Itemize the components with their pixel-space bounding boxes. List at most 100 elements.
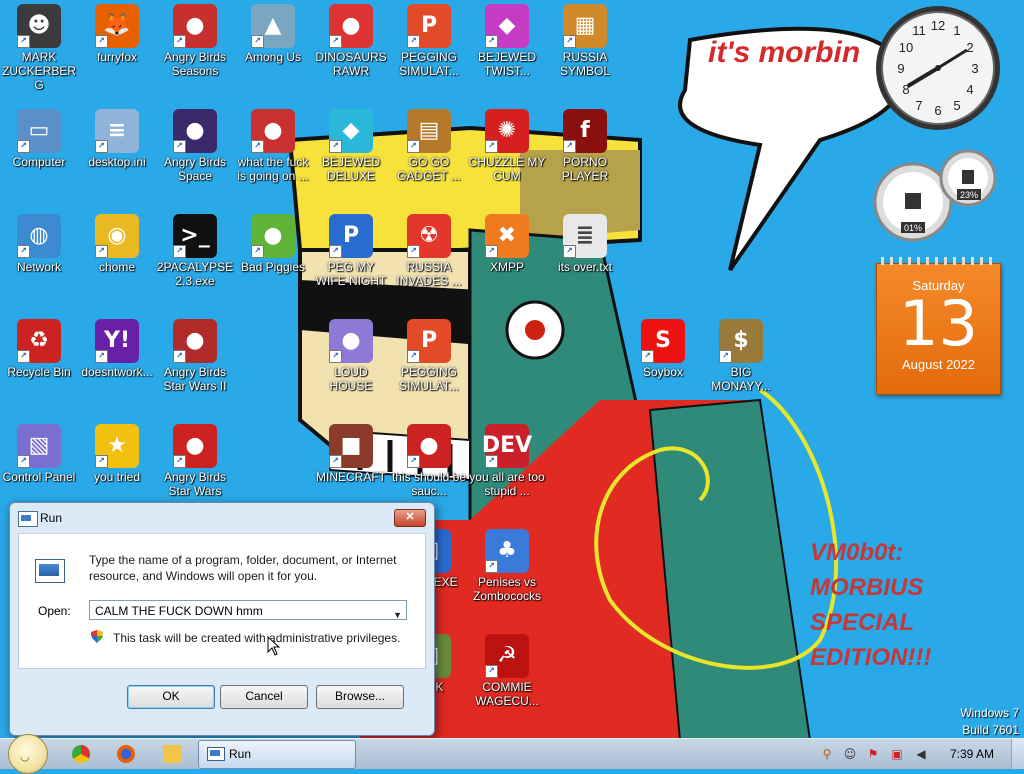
desktop-icon[interactable]: ◉ ↗ chome	[78, 210, 156, 274]
desktop-icon[interactable]: ● ↗ this should be sauc...	[390, 420, 468, 498]
desktop-icon[interactable]: ♻ ↗ Recycle Bin	[0, 315, 78, 379]
desktop-icon-label: doesntwork...	[81, 365, 153, 379]
volume-icon[interactable]: ◀	[914, 747, 928, 761]
shortcut-arrow-icon: ↗	[95, 140, 108, 153]
desktop-icon[interactable]: $ ↗ BIG MONAYY...	[702, 315, 780, 393]
shortcut-arrow-icon: ↗	[173, 455, 186, 468]
shortcut-arrow-icon: ↗	[329, 455, 342, 468]
peggle-icon: P ↗	[407, 4, 451, 48]
shortcut-arrow-icon: ↗	[485, 35, 498, 48]
desktop-icon[interactable]: ☻ ↗ MARK ZUCKERBERG	[0, 0, 78, 92]
search-icon[interactable]: ⚲	[820, 747, 834, 761]
cancel-button[interactable]: Cancel	[220, 685, 308, 709]
desktop-icon[interactable]: ▭ ↗ Computer	[0, 105, 78, 169]
desktop-icon[interactable]: f ↗ PORNO PLAYER	[546, 105, 624, 183]
blocks-icon: ▦ ↗	[563, 4, 607, 48]
desktop-icon[interactable]: ✺ ↗ CHUZZLE MY CUM	[468, 105, 546, 183]
taskbar-firefox-icon[interactable]	[107, 742, 145, 766]
desktop-icon[interactable]: ★ ↗ you tried	[78, 420, 156, 484]
clock-gadget[interactable]: 12369 1245 781011	[876, 6, 1000, 130]
shortcut-arrow-icon: ↗	[407, 35, 420, 48]
desktop-icon-label: Soybox	[642, 365, 684, 379]
desktop-icon-label: you tried	[93, 470, 141, 484]
shortcut-arrow-icon: ↗	[17, 140, 30, 153]
smiley-tray-icon[interactable]: ☺	[843, 747, 857, 761]
desktop-icon-label: GO GO GADGET ...	[397, 155, 461, 183]
desktop-icon[interactable]: ● ↗ Angry Birds Star Wars II	[156, 315, 234, 393]
desktop-icon[interactable]: ♣ ↗ Penises vs Zombococks	[468, 525, 546, 603]
desktop-icon[interactable]: ● ↗ Angry Birds Seasons	[156, 0, 234, 78]
desktop-icon[interactable]: ▦ ↗ RUSSIA SYMBOL	[546, 0, 624, 78]
desktop-icon[interactable]: Y! ↗ doesntwork...	[78, 315, 156, 379]
shortcut-arrow-icon: ↗	[329, 350, 342, 363]
desktop-icon[interactable]: ◆ ↗ BEJEWED TWIST...	[468, 0, 546, 78]
desktop-icon-label: XMPP	[489, 260, 524, 274]
open-combobox[interactable]: CALM THE FUCK DOWN hmm ▼	[89, 600, 407, 620]
peggle-icon: P ↗	[407, 319, 451, 363]
run-dialog[interactable]: Run ✕ Type the name of a program, folder…	[9, 502, 435, 736]
wallpaper-caption-line-3: SPECIAL	[810, 609, 914, 636]
desktop-icon[interactable]: ☭ ↗ COMMIE WAGECU...	[468, 630, 546, 708]
dialog-titlebar[interactable]: Run ✕	[10, 503, 434, 533]
desktop-icon-label: MARK ZUCKERBERG	[1, 50, 76, 92]
desktop-icon[interactable]: ● ↗ Bad Piggies	[234, 210, 312, 274]
taskbar-chrome-icon[interactable]	[62, 742, 100, 766]
desktop-icon[interactable]: ▲ ↗ Among Us	[234, 0, 312, 64]
desktop-icon[interactable]: ✖ ↗ XMPP	[468, 210, 546, 274]
desktop-icon[interactable]: ≣ ↗ its over.txt	[546, 210, 624, 274]
desktop-icon[interactable]: S ↗ Soybox	[624, 315, 702, 379]
shortcut-arrow-icon: ↗	[173, 140, 186, 153]
angry-birds-icon: ● ↗	[251, 109, 295, 153]
desktop-icon[interactable]: ● ↗ DINOSAURS RAWR	[312, 0, 390, 78]
calendar-gadget[interactable]: Saturday 13 August 2022	[876, 257, 1001, 395]
browse-button[interactable]: Browse...	[316, 685, 404, 709]
taskbar-run-button[interactable]: Run	[198, 740, 356, 769]
desktop-icon[interactable]: ● ↗ LOUD HOUSE	[312, 315, 390, 393]
start-button[interactable]: ◡	[8, 734, 48, 774]
desktop-icon[interactable]: DEV ↗ you all are too stupid ...	[468, 420, 546, 498]
desktop-icon[interactable]: ● ↗ Angry Birds Star Wars	[156, 420, 234, 498]
peggle-icon: P ↗	[329, 214, 373, 258]
star-icon: ★ ↗	[95, 424, 139, 468]
close-button[interactable]: ✕	[394, 509, 426, 527]
flash-icon: f ↗	[563, 109, 607, 153]
action-center-flag-icon[interactable]: ⚑	[866, 747, 880, 761]
desktop-icon[interactable]: ≡ ↗ desktop.ini	[78, 105, 156, 169]
desktop-icon[interactable]: P ↗ PEG MY WIFE NIGHT	[312, 210, 390, 288]
wallpaper-caption-line-1: VM0b0t:	[810, 539, 903, 566]
shortcut-arrow-icon: ↗	[485, 245, 498, 258]
cpu-usage-readout: 01%	[904, 223, 922, 233]
windows-version-watermark: Windows 7 Build 7601	[960, 705, 1019, 739]
desktop-icon[interactable]: P ↗ PEGGING SIMULAT...	[390, 315, 468, 393]
network-error-icon[interactable]: ▣	[890, 747, 904, 761]
shortcut-arrow-icon: ↗	[95, 350, 108, 363]
gem-icon: ◆ ↗	[329, 109, 373, 153]
desktop-icon[interactable]: P ↗ PEGGING SIMULAT...	[390, 0, 468, 78]
mouse-cursor-icon	[267, 636, 281, 656]
taskbar-explorer-icon[interactable]	[153, 742, 191, 766]
desktop-icon[interactable]: >_ ↗ 2PACALYPSE 2.3.exe	[156, 210, 234, 288]
chevron-down-icon[interactable]: ▼	[393, 605, 402, 625]
desktop-icon[interactable]: ■ ↗ MINECRAFT	[312, 420, 390, 484]
commie-icon: ☭ ↗	[485, 634, 529, 678]
desktop-icon[interactable]: ☢ ↗ RUSSIA INVADES ...	[390, 210, 468, 288]
shortcut-arrow-icon: ↗	[407, 140, 420, 153]
desktop-icon-label: chome	[98, 260, 136, 274]
shortcut-arrow-icon: ↗	[95, 455, 108, 468]
show-desktop-button[interactable]	[1011, 739, 1024, 769]
desktop-icon[interactable]: 🦊 ↗ furryfox	[78, 0, 156, 64]
desktop-icon[interactable]: ▤ ↗ GO GO GADGET ...	[390, 105, 468, 183]
desktop-icon[interactable]: ◍ ↗ Network	[0, 210, 78, 274]
svg-text:2: 2	[966, 40, 973, 55]
desktop-icon[interactable]: ● ↗ Angry Birds Space	[156, 105, 234, 183]
desktop-icon-label: RUSSIA INVADES ...	[396, 260, 462, 288]
desktop-icon[interactable]: ● ↗ what the fuck is going on ...	[234, 105, 312, 183]
svg-text:9: 9	[897, 61, 904, 76]
desktop-icon[interactable]: ▧ ↗ Control Panel	[0, 420, 78, 484]
shortcut-arrow-icon: ↗	[329, 245, 342, 258]
svg-text:6: 6	[934, 103, 941, 118]
watermark-line-2: Build 7601	[962, 723, 1019, 737]
ok-button[interactable]: OK	[127, 685, 215, 709]
taskbar-clock[interactable]: 7:39 AM	[950, 747, 994, 761]
desktop-icon[interactable]: ◆ ↗ BEJEWED DELUXE	[312, 105, 390, 183]
